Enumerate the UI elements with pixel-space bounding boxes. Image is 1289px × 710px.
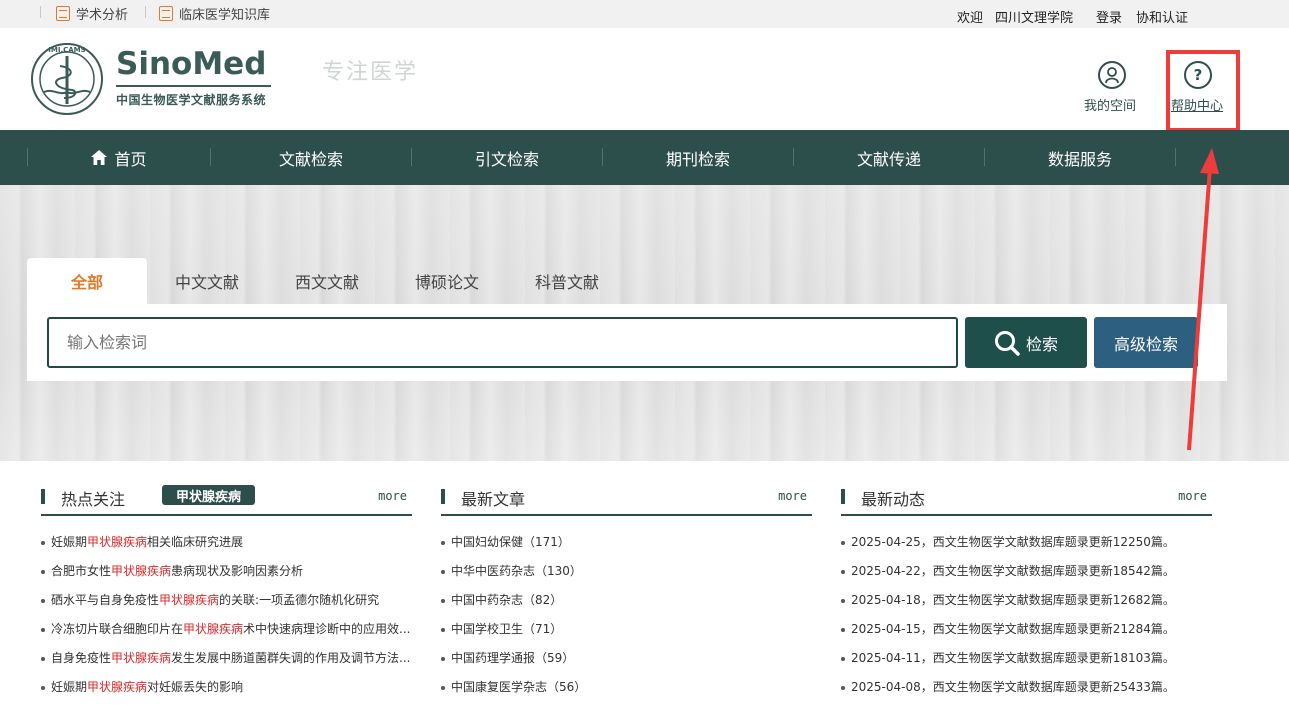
list-item[interactable]: 中国妇幼保健（171） [441, 528, 812, 557]
brand-subtitle: 中国生物医学文献服务系统 [116, 93, 267, 107]
list-item[interactable]: 2025-04-15，西文生物医学文献数据库题录更新21284篇。 [841, 615, 1212, 644]
tab-all[interactable]: 全部 [27, 258, 147, 304]
section-marker [41, 489, 45, 504]
top-divider [145, 6, 146, 18]
nav-document-delivery[interactable]: 文献传递 [794, 130, 984, 185]
tab-popular-science[interactable]: 科普文献 [507, 258, 627, 304]
my-space-link[interactable]: 我的空间 [1084, 95, 1136, 114]
svg-text:IMI.CAMS: IMI.CAMS [48, 46, 85, 54]
search-button[interactable]: 检索 [965, 317, 1087, 368]
list-item[interactable]: 妊娠期甲状腺疾病相关临床研究进展 [41, 528, 412, 557]
home-icon [91, 150, 108, 165]
login-link[interactable]: 登录 [1096, 7, 1122, 26]
list-item[interactable]: 2025-04-22，西文生物医学文献数据库题录更新18542篇。 [841, 557, 1212, 586]
user-icon[interactable] [1098, 61, 1126, 89]
section-marker [441, 489, 445, 504]
hot-topics-header: 热点关注 甲状腺疾病 more [41, 480, 412, 516]
search-button-label: 检索 [1025, 334, 1058, 354]
list-item[interactable]: 2025-04-08，西文生物医学文献数据库题录更新25433篇。 [841, 673, 1212, 702]
nav-home[interactable]: 首页 [28, 130, 210, 185]
slogan: 专注医学 [322, 60, 419, 85]
latest-news-title: 最新动态 [861, 490, 926, 509]
latest-news-list: 2025-04-25，西文生物医学文献数据库题录更新12250篇。 2025-0… [841, 528, 1212, 702]
list-item[interactable]: 中国中药杂志（82） [441, 586, 812, 615]
nav-journal-search[interactable]: 期刊检索 [603, 130, 793, 185]
main-nav: 首页 文献检索 引文检索 期刊检索 文献传递 数据服务 [0, 130, 1289, 185]
search-input[interactable] [47, 317, 958, 368]
top-bar: 学术分析 临床医学知识库 欢迎 四川文理学院 登录 协和认证 [0, 0, 1289, 28]
list-item[interactable]: 2025-04-18，西文生物医学文献数据库题录更新12682篇。 [841, 586, 1212, 615]
list-item[interactable]: 中国药理学通报（59） [441, 644, 812, 673]
list-item[interactable]: 妊娠期甲状腺疾病对妊娠丢失的影响 [41, 673, 412, 702]
latest-news-header: 最新动态 more [841, 480, 1212, 516]
cams-emblem-logo[interactable]: IMI.CAMS [30, 42, 104, 116]
top-divider [40, 6, 41, 18]
nav-citation-search[interactable]: 引文检索 [412, 130, 602, 185]
hot-topic-tag[interactable]: 甲状腺疾病 [162, 485, 256, 505]
hot-topics-title: 热点关注 [61, 490, 126, 509]
list-item[interactable]: 中国康复医学杂志（56） [441, 673, 812, 702]
pumc-auth-link[interactable]: 协和认证 [1136, 7, 1188, 26]
tab-western-literature[interactable]: 西文文献 [267, 258, 387, 304]
clinical-kb-label: 临床医学知识库 [179, 8, 271, 23]
list-item[interactable]: 中华中医药杂志（130） [441, 557, 812, 586]
hot-topics-section: 热点关注 甲状腺疾病 more 妊娠期甲状腺疾病相关临床研究进展 合肥市女性甲状… [41, 480, 412, 702]
hot-topics-more-link[interactable]: more [378, 489, 407, 503]
list-item[interactable]: 中国学校卫生（71） [441, 615, 812, 644]
tab-chinese-literature[interactable]: 中文文献 [147, 258, 267, 304]
list-item[interactable]: 冷冻切片联合细胞印片在甲状腺疾病术中快速病理诊断中的应用效... [41, 615, 412, 644]
section-marker [841, 489, 845, 504]
nav-divider [1175, 148, 1176, 166]
academic-analysis-label: 学术分析 [76, 8, 129, 23]
nav-home-label: 首页 [114, 149, 147, 169]
search-icon [994, 330, 1020, 356]
list-item[interactable]: 硒水平与自身免疫性甲状腺疾病的关联:一项孟德尔随机化研究 [41, 586, 412, 615]
list-item[interactable]: 2025-04-25，西文生物医学文献数据库题录更新12250篇。 [841, 528, 1212, 557]
latest-articles-title: 最新文章 [461, 490, 526, 509]
latest-articles-list: 中国妇幼保健（171） 中华中医药杂志（130） 中国中药杂志（82） 中国学校… [441, 528, 812, 702]
brand-underline [116, 85, 271, 87]
advanced-search-button[interactable]: 高级检索 [1094, 317, 1198, 368]
nav-literature-search[interactable]: 文献检索 [211, 130, 411, 185]
list-item[interactable]: 2025-04-11，西文生物医学文献数据库题录更新18103篇。 [841, 644, 1212, 673]
list-item[interactable]: 合肥市女性甲状腺疾病患病现状及影响因素分析 [41, 557, 412, 586]
welcome-text: 欢迎 [957, 11, 984, 26]
help-highlight-box [1166, 50, 1240, 132]
tab-theses[interactable]: 博硕论文 [387, 258, 507, 304]
clinical-kb-link[interactable]: 临床医学知识库 [159, 4, 270, 23]
latest-news-section: 最新动态 more 2025-04-25，西文生物医学文献数据库题录更新1225… [841, 480, 1212, 702]
site-header: IMI.CAMS SinoMed 中国生物医学文献服务系统 专注医学 我的空间 … [0, 28, 1289, 130]
list-item[interactable]: 自身免疫性甲状腺疾病发生发展中肠道菌群失调的作用及调节方法... [41, 644, 412, 673]
book-icon [159, 6, 173, 21]
latest-news-more-link[interactable]: more [1178, 489, 1207, 503]
brand-name: SinoMed [116, 46, 267, 82]
latest-articles-more-link[interactable]: more [778, 489, 807, 503]
search-panel: 检索 高级检索 [27, 304, 1227, 381]
latest-articles-section: 最新文章 more 中国妇幼保健（171） 中华中医药杂志（130） 中国中药杂… [441, 480, 812, 702]
nav-data-service[interactable]: 数据服务 [985, 130, 1175, 185]
latest-articles-header: 最新文章 more [441, 480, 812, 516]
analysis-icon [56, 6, 70, 21]
academic-analysis-link[interactable]: 学术分析 [56, 4, 128, 23]
hot-topics-list: 妊娠期甲状腺疾病相关临床研究进展 合肥市女性甲状腺疾病患病现状及影响因素分析 硒… [41, 528, 412, 702]
institution-name: 四川文理学院 [995, 11, 1074, 26]
